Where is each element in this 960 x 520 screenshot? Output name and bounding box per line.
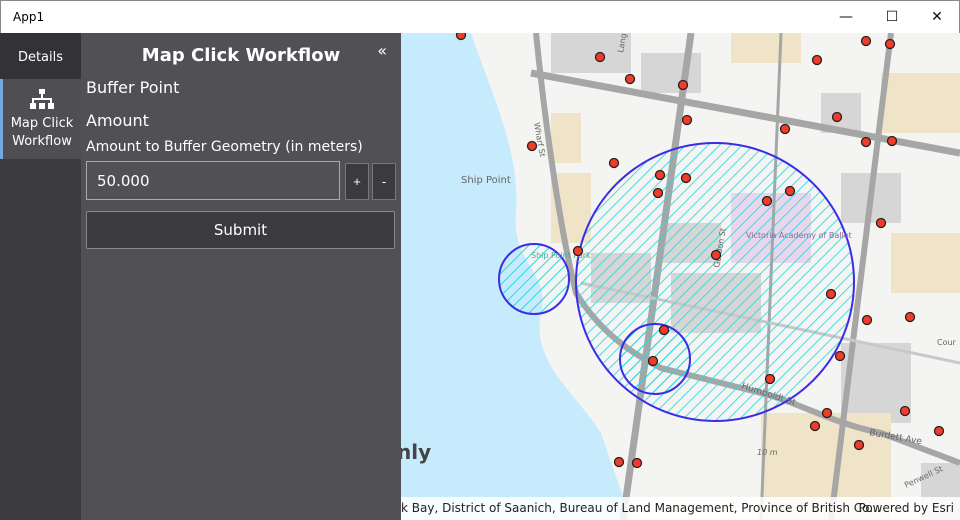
point-feature[interactable]	[647, 355, 659, 367]
label-ship-point: Ship Point	[461, 175, 511, 186]
side-nav: Details Map Click Workflow	[0, 33, 81, 520]
section-heading: Buffer Point	[86, 78, 180, 97]
point-feature[interactable]	[884, 38, 896, 50]
point-feature[interactable]	[613, 456, 625, 468]
point-feature[interactable]	[875, 217, 887, 229]
map-view[interactable]: Ship Point Ship Point Park Victoria Acad…	[401, 33, 960, 520]
amount-label: Amount to Buffer Geometry (in meters)	[86, 139, 363, 155]
point-feature[interactable]	[860, 136, 872, 148]
powered-by-esri[interactable]: Powered by Esri	[859, 497, 954, 520]
nav-item-label: Map Click Workflow	[10, 116, 74, 149]
collapse-panel-button[interactable]: «	[377, 41, 387, 60]
title-bar: App1 — ☐ ✕	[0, 0, 960, 33]
label-partial: nly	[401, 440, 431, 464]
point-feature[interactable]	[761, 195, 773, 207]
attribution-bar: k Bay, District of Saanich, Bureau of La…	[401, 497, 960, 520]
amount-input[interactable]	[86, 161, 340, 200]
point-feature[interactable]	[608, 157, 620, 169]
nav-item-map-click-workflow[interactable]: Map Click Workflow	[0, 79, 81, 159]
point-feature[interactable]	[784, 185, 796, 197]
point-feature[interactable]	[886, 135, 898, 147]
point-feature[interactable]	[654, 169, 666, 181]
point-feature[interactable]	[834, 350, 846, 362]
label-ballet: Victoria Academy of Ballet	[746, 231, 852, 240]
point-feature[interactable]	[825, 288, 837, 300]
nav-item-label: Details	[17, 50, 64, 65]
panel-title: Map Click Workflow	[141, 45, 341, 66]
point-feature[interactable]	[861, 314, 873, 326]
point-feature[interactable]	[710, 249, 722, 261]
point-feature[interactable]	[680, 172, 692, 184]
hierarchy-icon	[30, 89, 54, 109]
maximize-button[interactable]: ☐	[869, 1, 915, 33]
point-feature[interactable]	[811, 54, 823, 66]
point-feature[interactable]	[933, 425, 945, 437]
nav-item-details[interactable]: Details	[0, 33, 81, 79]
close-button[interactable]: ✕	[914, 1, 960, 33]
submit-button[interactable]: Submit	[86, 211, 395, 249]
map-canvas[interactable]: Ship Point Ship Point Park Victoria Acad…	[401, 33, 960, 520]
point-feature[interactable]	[899, 405, 911, 417]
point-feature[interactable]	[853, 439, 865, 451]
point-feature[interactable]	[904, 311, 916, 323]
window-title: App1	[13, 10, 45, 24]
point-feature[interactable]	[455, 33, 467, 41]
point-feature[interactable]	[658, 324, 670, 336]
minimize-button[interactable]: —	[823, 1, 869, 33]
point-feature[interactable]	[526, 140, 538, 152]
point-feature[interactable]	[764, 373, 776, 385]
increment-button[interactable]: +	[345, 163, 369, 200]
amount-heading: Amount	[86, 111, 149, 130]
point-feature[interactable]	[624, 73, 636, 85]
label-elevation: 10 m	[757, 448, 778, 457]
point-feature[interactable]	[809, 420, 821, 432]
workflow-panel: Map Click Workflow « Buffer Point Amount…	[81, 33, 401, 520]
label-courtney: Cour	[937, 338, 957, 347]
point-feature[interactable]	[681, 114, 693, 126]
decrement-button[interactable]: -	[372, 163, 396, 200]
point-feature[interactable]	[631, 457, 643, 469]
point-feature[interactable]	[677, 79, 689, 91]
point-feature[interactable]	[594, 51, 606, 63]
buffer-circle-large	[575, 142, 855, 422]
attribution-text: k Bay, District of Saanich, Bureau of La…	[401, 501, 881, 515]
point-feature[interactable]	[860, 35, 872, 47]
point-feature[interactable]	[831, 111, 843, 123]
point-feature[interactable]	[779, 123, 791, 135]
point-feature[interactable]	[572, 245, 584, 257]
point-feature[interactable]	[652, 187, 664, 199]
point-feature[interactable]	[821, 407, 833, 419]
